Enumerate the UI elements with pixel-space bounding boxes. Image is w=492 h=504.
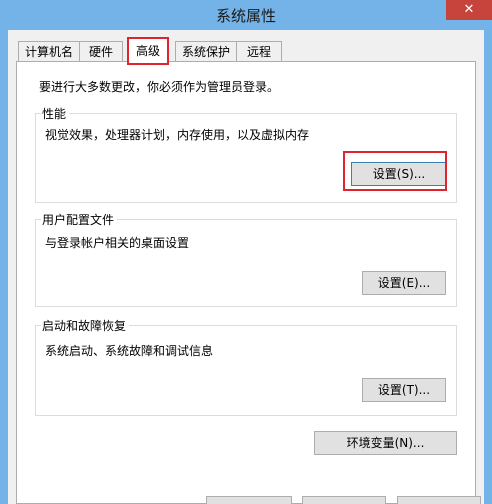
admin-note: 要进行大多数更改，你必须作为管理员登录。: [39, 80, 280, 94]
environment-variables-button[interactable]: 环境变量(N)...: [314, 431, 457, 455]
tab-label: 硬件: [88, 45, 113, 59]
button-label: 设置(E)...: [377, 276, 431, 290]
tab-label: 计算机名: [24, 45, 73, 59]
tab-hardware[interactable]: 硬件: [79, 41, 123, 61]
user-profiles-description: 与登录帐户相关的桌面设置: [45, 236, 190, 250]
tab-remote[interactable]: 远程: [236, 41, 282, 61]
startup-recovery-settings-button[interactable]: 设置(T)...: [362, 378, 446, 402]
cancel-button-partial[interactable]: [302, 496, 386, 504]
startup-recovery-group: [35, 325, 457, 416]
user-profiles-settings-button[interactable]: 设置(E)...: [362, 271, 446, 295]
apply-button-partial[interactable]: [397, 496, 481, 504]
startup-recovery-description: 系统启动、系统故障和调试信息: [45, 344, 214, 358]
window-title: 系统属性: [215, 7, 276, 25]
window-border-left: [0, 30, 8, 504]
ok-button-partial[interactable]: [206, 496, 292, 504]
tab-label: 远程: [246, 45, 271, 59]
user-profiles-title: 用户配置文件: [41, 211, 118, 228]
close-button[interactable]: ✕: [446, 0, 492, 20]
performance-description: 视觉效果，处理器计划，内存使用，以及虚拟内存: [45, 128, 310, 142]
close-icon: ✕: [463, 2, 475, 17]
title-bar[interactable]: 系统属性 ✕: [0, 0, 492, 30]
settings-highlight-annotation: [343, 151, 447, 191]
performance-title: 性能: [41, 105, 70, 122]
tab-computer-name[interactable]: 计算机名: [18, 41, 80, 61]
advanced-tab-panel: 要进行大多数更改，你必须作为管理员登录。 性能 视觉效果，处理器计划，内存使用，…: [16, 61, 476, 504]
button-label: 设置(T)...: [377, 383, 431, 397]
startup-recovery-title: 启动和故障恢复: [41, 317, 130, 334]
tab-highlight-annotation: [127, 37, 169, 65]
button-label: 环境变量(N)...: [346, 436, 425, 450]
tab-label: 系统保护: [181, 45, 230, 59]
window-border-right: [484, 30, 492, 504]
tab-system-protection[interactable]: 系统保护: [175, 41, 237, 61]
